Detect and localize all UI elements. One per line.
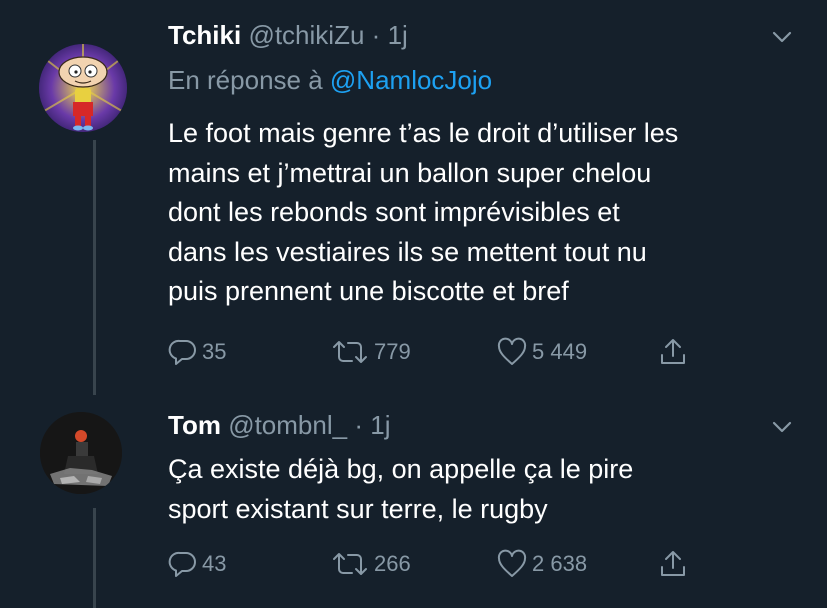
separator: · [354,410,363,440]
like-count: 2 638 [532,551,588,576]
like-icon [497,549,527,577]
avatar-image [39,44,127,132]
tweet-actions: 43 266 2 638 [168,546,728,582]
tweet-text: Le foot mais genre t’as le droit d’utili… [168,118,679,306]
retweet-button[interactable]: 266 [330,546,411,582]
reply-count: 35 [202,339,227,364]
avatar-image [40,412,122,494]
reply-icon [168,551,196,577]
reply-prefix: En réponse à [168,65,323,95]
reply-mention[interactable]: @NamlocJojo [330,65,492,95]
share-icon [661,339,685,364]
like-button[interactable]: 5 449 [496,334,587,370]
timestamp[interactable]: 1j [370,410,390,440]
tweet-actions: 35 779 5 449 [168,334,728,370]
thread-line [93,508,96,608]
retweet-icon [333,341,367,363]
tweet-header: Tom @tombnl_ · 1j [168,410,390,440]
retweet-count: 779 [374,339,411,364]
tweet-header: Tchiki @tchikiZu · 1j [168,20,408,50]
separator: · [371,20,381,50]
handle[interactable]: @tombnl_ [228,410,347,440]
display-name[interactable]: Tom [168,410,221,440]
tweet[interactable]: Tchiki @tchikiZu · 1j En réponse à @Naml… [0,0,827,395]
chevron-down-icon[interactable] [771,26,793,48]
chevron-down-icon[interactable] [771,416,793,438]
share-button[interactable] [658,334,688,370]
tweet[interactable]: Tom @tombnl_ · 1j Ça existe déjà bg, on … [0,390,827,608]
retweet-icon [333,553,367,575]
reply-button[interactable]: 35 [168,334,226,370]
reply-count: 43 [202,551,227,576]
like-count: 5 449 [532,339,588,364]
thread-line [93,140,96,395]
retweet-button[interactable]: 779 [330,334,411,370]
like-button[interactable]: 2 638 [496,546,587,582]
reply-icon [168,339,196,365]
timestamp[interactable]: 1j [388,20,408,50]
reply-button[interactable]: 43 [168,546,226,582]
avatar[interactable] [40,412,122,494]
tweet-text: Ça existe déjà bg, on appelle ça le pire… [168,454,634,524]
reply-to: En réponse à @NamlocJojo [168,64,492,96]
share-icon [661,551,685,576]
like-icon [497,337,527,365]
display-name[interactable]: Tchiki [168,20,241,50]
avatar[interactable] [39,44,127,132]
retweet-count: 266 [374,551,411,576]
handle[interactable]: @tchikiZu [248,20,364,50]
share-button[interactable] [658,546,688,582]
